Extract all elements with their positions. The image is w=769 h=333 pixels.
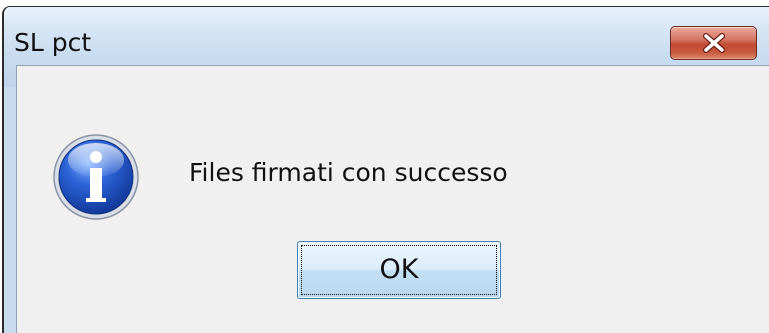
dialog-body: Files firmati con successo OK (16, 65, 769, 333)
window-title: SL pct (14, 28, 92, 57)
ok-button[interactable]: OK (297, 241, 501, 299)
info-icon (51, 132, 141, 222)
close-button[interactable] (670, 26, 757, 60)
ok-button-label: OK (379, 254, 419, 285)
dialog-message: Files firmati con successo (189, 158, 508, 187)
message-box-window: SL pct Files firmati con successo OK (2, 6, 769, 333)
screen: SL pct Files firmati con successo OK (0, 0, 769, 333)
